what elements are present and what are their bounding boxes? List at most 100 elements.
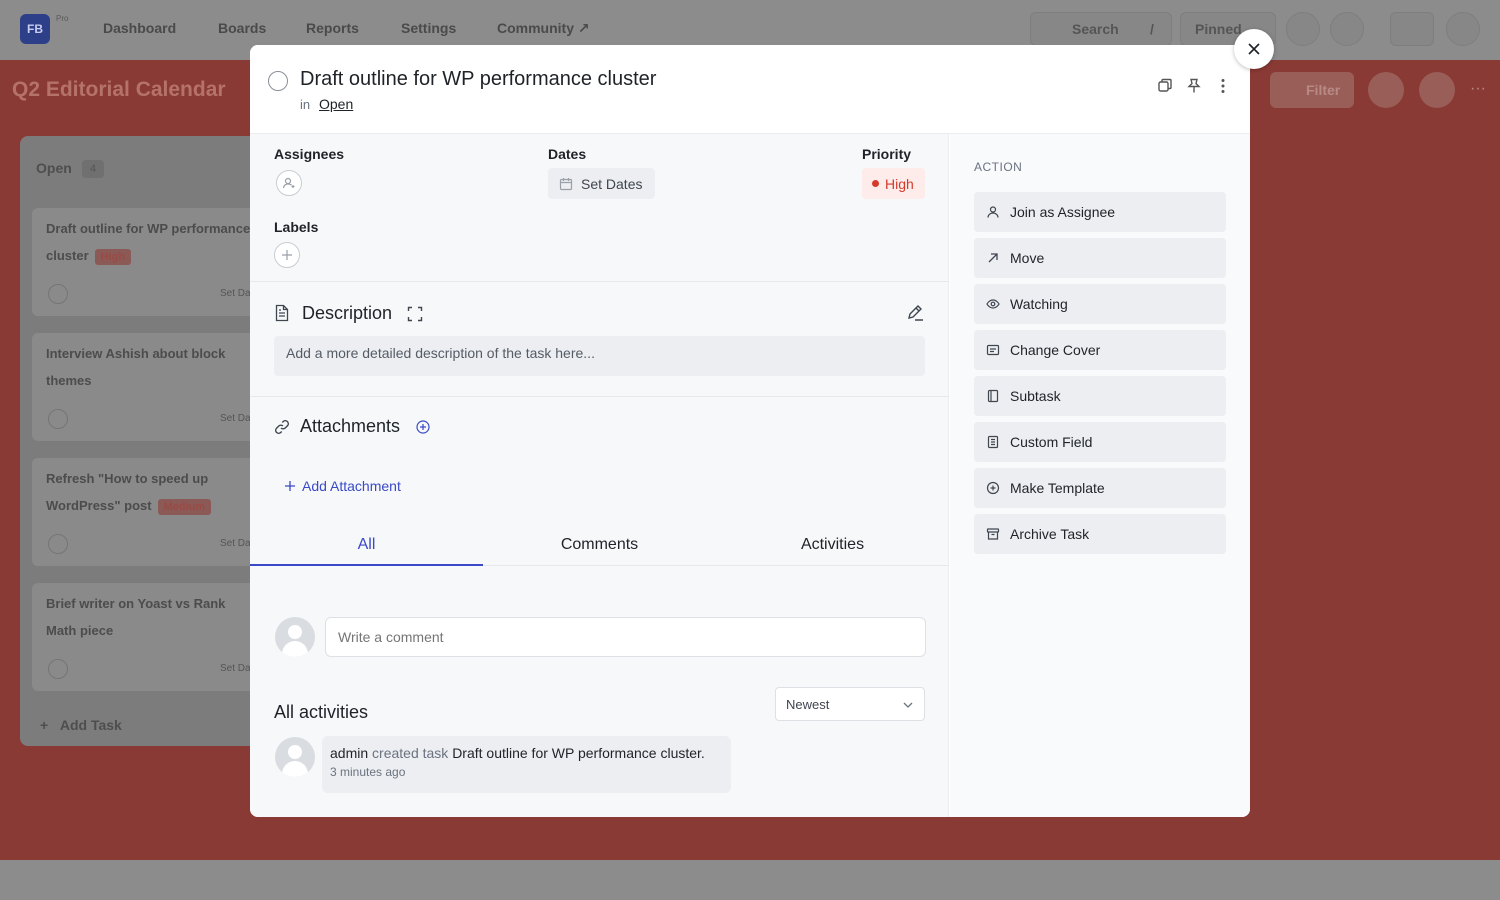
assignees-label: Assignees [274,146,345,162]
set-dates-button[interactable]: Set Dates [548,168,655,199]
board-more-icon[interactable]: ··· [1470,80,1486,98]
add-label-button[interactable] [274,242,300,268]
card-status-circle[interactable] [48,534,68,554]
calendar-icon [559,177,573,190]
plus-icon: + [40,717,60,733]
chevron-down-icon [903,702,913,708]
labels-label: Labels [274,219,319,235]
board-settings-button[interactable] [1368,72,1404,108]
description-input[interactable]: Add a more detailed description of the t… [274,336,925,376]
task-modal: Draft outline for WP performance cluster… [250,45,1250,817]
filter-label: Filter [1306,82,1341,98]
app-logo[interactable]: FB [20,14,50,44]
close-modal-button[interactable] [1234,29,1274,69]
add-attachment-button[interactable]: Add Attachment [284,478,401,494]
logo-pro-badge: Pro [56,14,69,23]
card-set-dates[interactable]: Set Da [220,413,251,424]
subtask-button[interactable]: Subtask [974,376,1226,416]
home-button[interactable] [1286,12,1320,46]
pin-icon[interactable] [1185,77,1205,97]
dates-label: Dates [548,146,587,162]
tab-activities[interactable]: Activities [716,536,949,554]
join-as-assignee-button[interactable]: Join as Assignee [974,192,1226,232]
add-assignee-button[interactable] [276,170,302,196]
subtask-icon [987,389,999,403]
move-button[interactable]: Move [974,238,1226,278]
document-icon [274,304,290,327]
activity-sort-select[interactable]: Newest [775,687,925,721]
comment-input[interactable] [325,617,926,657]
search-label: Search [1072,21,1119,37]
task-title[interactable]: Draft outline for WP performance cluster [300,68,656,91]
copy-icon[interactable] [1156,77,1176,97]
avatar [275,617,315,657]
card-status-circle[interactable] [48,409,68,429]
nav-community[interactable]: Community ↗ [497,20,590,37]
custom-field-button[interactable]: Custom Field [974,422,1226,462]
section-divider [250,396,949,397]
card-status-circle[interactable] [48,284,68,304]
expand-icon[interactable] [407,306,423,327]
user-plus-icon [282,177,295,189]
eye-icon [986,299,1000,309]
add-attachment-circle-icon[interactable] [416,420,430,439]
avatar [275,737,315,777]
card-title: Brief writer on Yoast vs Rank Math piece [46,596,226,638]
change-cover-button[interactable]: Change Cover [974,330,1226,370]
arrow-up-right-icon [988,253,998,263]
nav-settings[interactable]: Settings [401,20,456,36]
task-status-toggle[interactable] [268,71,288,91]
add-button[interactable] [1330,12,1364,46]
nav-reports[interactable]: Reports [306,20,359,36]
activity-time: 3 minutes ago [330,765,406,779]
active-tab-indicator [250,564,483,566]
task-details-pane: Assignees Dates Set Dates Priority High … [250,134,949,817]
card-status-circle[interactable] [48,659,68,679]
column-count-badge: 4 [82,160,104,178]
more-vertical-icon[interactable] [1214,77,1234,97]
nav-boards[interactable]: Boards [218,20,266,36]
plus-icon [282,250,292,260]
card-title: Refresh "How to speed up WordPress" post… [46,465,256,519]
actions-heading: ACTION [974,160,1023,174]
attachments-title: Attachments [300,416,401,436]
pinned-label: Pinned [1195,21,1242,37]
search-shortcut: / [1150,21,1154,37]
column-title: Open [36,160,72,176]
card-set-dates[interactable]: Set Da [220,663,251,674]
make-template-button[interactable]: Make Template [974,468,1226,508]
card-title: Interview Ashish about block themes [46,346,226,388]
description-title: Description [302,303,393,323]
priority-dot-icon [872,180,879,187]
card-set-dates[interactable]: Set Da [220,538,251,549]
board-footer [0,860,1500,900]
custom-field-icon [987,435,999,449]
nav-dashboard[interactable]: Dashboard [103,20,176,36]
user-avatar[interactable] [1446,12,1480,46]
add-task-button[interactable]: + Add Task [40,717,122,733]
close-icon [1248,43,1260,55]
edit-description-icon[interactable] [905,302,925,327]
activity-item: admin created task Draft outline for WP … [322,736,731,793]
fullscreen-button[interactable] [1390,12,1434,46]
plus-icon [285,481,295,491]
stage-prefix: in [300,97,311,112]
activities-title: All activities [274,702,369,722]
template-icon [986,481,1000,495]
board-title: Q2 Editorial Calendar [12,78,226,101]
board-member-avatar[interactable] [1419,72,1455,108]
tab-all[interactable]: All [250,536,483,554]
priority-label: Priority [862,146,912,162]
card-title: Draft outline for WP performance cluster… [46,221,251,265]
priority-selector[interactable]: High [862,168,925,199]
watching-button[interactable]: Watching [974,284,1226,324]
cover-icon [986,344,1000,356]
link-icon [274,419,290,440]
archive-task-button[interactable]: Archive Task [974,514,1226,554]
tab-comments[interactable]: Comments [483,536,716,554]
stage-link[interactable]: Open [319,96,353,112]
user-icon [987,206,999,218]
activity-user[interactable]: admin [330,745,368,761]
modal-header: Draft outline for WP performance cluster… [250,45,1250,134]
card-set-dates[interactable]: Set Da [220,288,251,299]
